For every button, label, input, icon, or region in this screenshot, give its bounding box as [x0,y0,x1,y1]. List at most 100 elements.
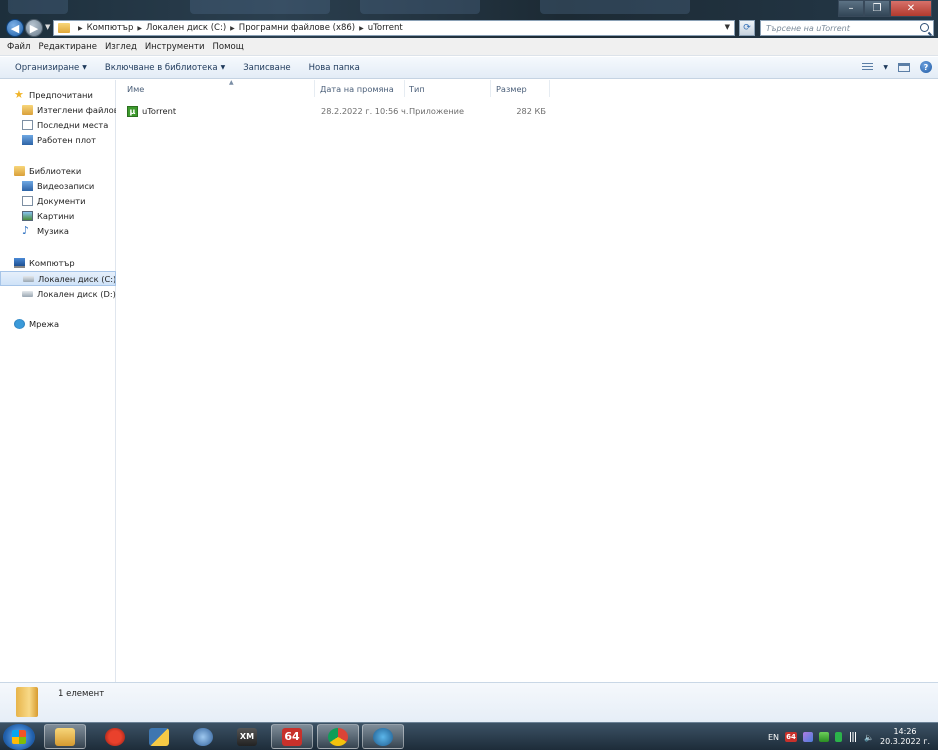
column-header-date[interactable]: Дата на промяна [320,80,405,97]
organize-button[interactable]: Организиране ▼ [6,63,96,73]
start-button[interactable] [3,724,35,750]
close-button[interactable]: ✕ [890,0,932,17]
menu-file[interactable]: Файл [3,42,34,52]
forward-button[interactable]: ▶ [25,19,43,37]
menu-tools[interactable]: Инструменти [141,42,209,52]
downloads-folder-icon [22,105,33,115]
nav-documents[interactable]: Документи [0,194,116,208]
include-in-library-button[interactable]: Включване в библиотека ▼ [96,63,234,73]
nav-libraries[interactable]: Библиотеки [0,164,116,178]
taskbar-chrome[interactable] [317,724,359,749]
ccleaner-icon [105,727,125,746]
new-folder-button[interactable]: Нова папка [300,63,369,73]
volume-icon[interactable]: 🔈 [864,733,874,742]
nav-drive-c[interactable]: Локален диск (C:) [0,271,116,286]
breadcrumb-utorrent[interactable]: uTorrent [368,23,403,33]
file-date: 28.2.2022 г. 10:56 ч. [321,106,409,116]
nav-label: Компютър [29,258,75,268]
address-bar[interactable]: ▶ Компютър ▶ Локален диск (C:) ▶ Програм… [53,20,735,36]
menu-edit[interactable]: Редактиране [34,42,100,52]
back-button[interactable]: ◀ [6,19,24,37]
videos-icon [22,181,33,191]
maximize-button[interactable]: ❐ [864,0,890,17]
taskbar-aida64[interactable]: 64 [271,724,313,749]
search-icon[interactable] [920,23,929,32]
clock-time: 14:26 [893,727,917,736]
nav-recent-places[interactable]: Последни места [0,118,116,132]
refresh-button[interactable]: ⟳ [739,20,755,36]
new-folder-label: Нова папка [308,62,360,73]
column-header-name[interactable]: Име ▲ [127,79,315,97]
windows-logo-icon [12,730,26,744]
nav-pictures[interactable]: Картини [0,209,116,223]
taskbar-ccleaner[interactable] [94,724,136,749]
chevron-down-icon[interactable]: ▼ [883,64,888,71]
nav-music[interactable]: ♪ Музика [0,224,116,238]
breadcrumb-computer[interactable]: Компютър [87,23,134,33]
recent-places-icon [22,120,33,130]
command-bar: Организиране ▼ Включване в библиотека ▼ … [0,57,938,79]
menu-view[interactable]: Изглед [101,42,141,52]
chevron-down-icon[interactable]: ▼ [725,23,730,31]
chevron-right-icon[interactable]: ▶ [359,25,364,32]
organize-label: Организиране [15,62,80,73]
nav-desktop[interactable]: Работен плот [0,133,116,147]
language-indicator[interactable]: EN [768,733,779,742]
taskbar-audio-app[interactable] [362,724,404,749]
search-input[interactable]: Търсене на uTorrent [760,20,934,36]
documents-icon [22,196,33,206]
ghost-tab [8,0,68,14]
taskbar-xmplay[interactable]: XM [226,724,268,749]
taskbar-python[interactable] [138,724,180,749]
minimize-button[interactable]: – [838,0,864,17]
chevron-right-icon[interactable]: ▶ [78,25,83,32]
chevron-right-icon[interactable]: ▶ [137,25,142,32]
breadcrumb-drive-c[interactable]: Локален диск (C:) [146,23,226,33]
breadcrumb-program-files[interactable]: Програмни файлове (x86) [239,23,355,33]
nav-label: Документи [37,196,86,206]
navigation-row: ◀ ▶ ▼ ▶ Компютър ▶ Локален диск (C:) ▶ П… [0,18,938,38]
column-header-type[interactable]: Тип [409,80,491,97]
file-size: 282 КБ [516,106,546,116]
desktop-icon [22,135,33,145]
battery-icon[interactable] [835,732,843,742]
utorrent-app-icon: µ [127,105,138,117]
security-tray-icon[interactable] [819,732,830,742]
chevron-right-icon[interactable]: ▶ [230,25,235,32]
nav-computer[interactable]: Компютър [0,256,116,270]
column-header-size[interactable]: Размер [496,80,550,97]
file-type: Приложение [409,106,465,116]
recent-pages-dropdown[interactable]: ▼ [45,23,50,31]
ghost-tab [190,0,330,14]
libraries-icon [14,166,25,176]
nav-label: Картини [37,211,75,221]
nav-favorites[interactable]: ★ Предпочитани [0,88,116,102]
aida64-tray-icon[interactable]: 64 [785,732,798,742]
clock[interactable]: 14:26 20.3.2022 г. [880,727,930,747]
nav-drive-d[interactable]: Локален диск (D:) [0,287,116,301]
table-row[interactable]: µ uTorrent [127,103,176,119]
nav-network[interactable]: Мрежа [0,317,116,331]
xmplay-icon: XM [237,727,257,746]
help-icon[interactable]: ? [920,61,932,73]
nav-downloads[interactable]: Изтеглени файлове [0,103,116,117]
taskbar-explorer[interactable] [44,724,86,749]
drive-icon [23,275,34,282]
background-taskbar-reflection [0,0,700,16]
network-signal-icon[interactable] [848,732,859,742]
taskbar-network-tool[interactable] [182,724,224,749]
pen-tray-icon[interactable] [803,732,814,742]
preview-pane-icon[interactable] [898,62,910,72]
file-list: Име ▲ Дата на промяна Тип Размер µ uTorr… [117,79,938,682]
menu-help[interactable]: Помощ [208,42,247,52]
burn-button[interactable]: Записване [234,63,299,73]
item-count: 1 елемент [58,689,105,699]
file-name[interactable]: uTorrent [142,106,176,116]
clock-date: 20.3.2022 г. [879,737,930,746]
window-controls: – ❐ ✕ [838,0,932,17]
nav-videos[interactable]: Видеозаписи [0,179,116,193]
nav-label: Работен плот [37,135,96,145]
nav-label: Библиотеки [29,166,82,176]
change-view-icon[interactable] [862,62,874,72]
pictures-icon [22,211,33,221]
